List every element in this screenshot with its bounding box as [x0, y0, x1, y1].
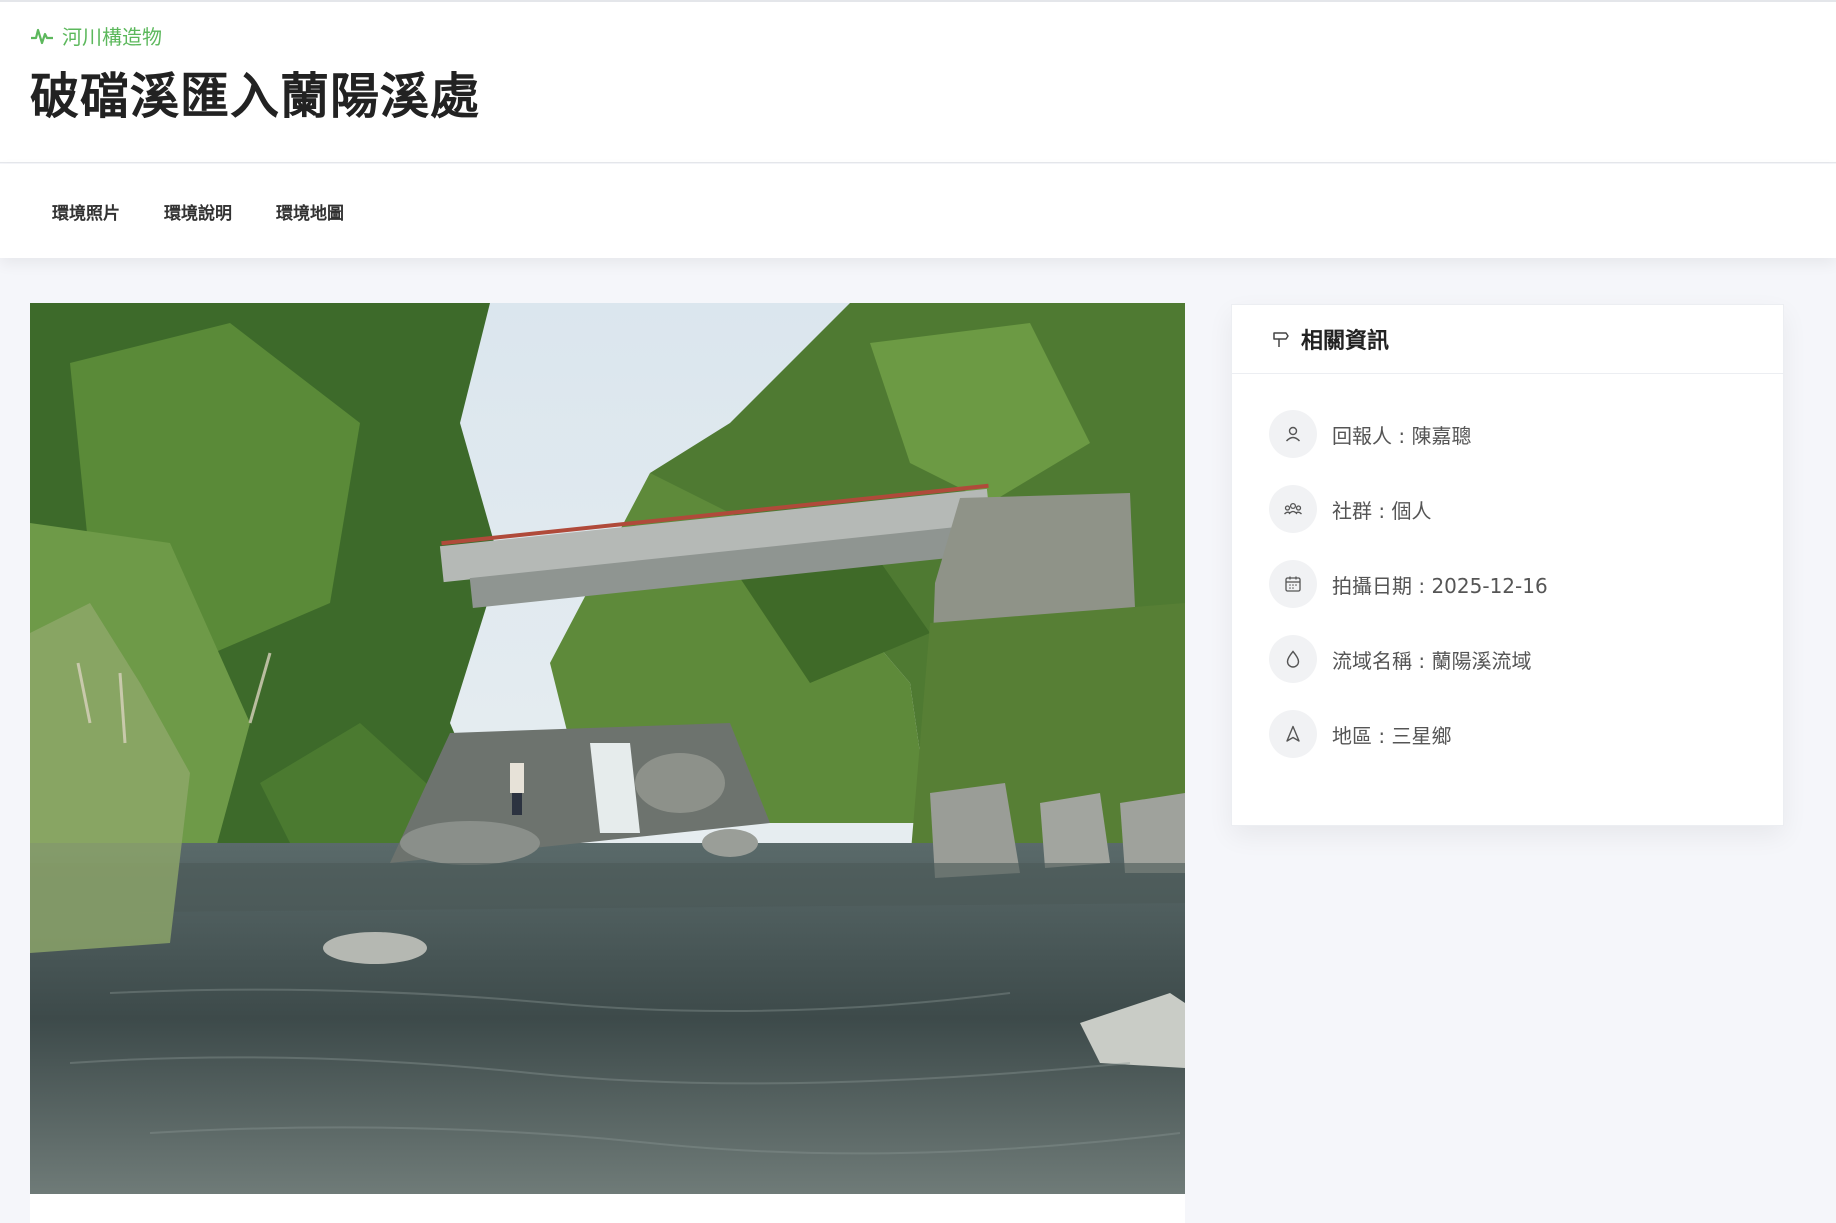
- group-icon-badge: [1269, 485, 1317, 533]
- info-text-reporter: 回報人 : 陳嘉聰: [1332, 423, 1472, 448]
- info-item-basin: 流域名稱 : 蘭陽溪流域: [1232, 635, 1783, 683]
- river-with-bridge-photo[interactable]: [30, 303, 1185, 1194]
- info-text-community: 社群 : 個人: [1332, 498, 1432, 523]
- tab-environment-map[interactable]: 環境地圖: [254, 199, 366, 224]
- page-title: 破礑溪匯入蘭陽溪處: [30, 68, 481, 125]
- page-header: 河川構造物 破礑溪匯入蘭陽溪處: [0, 0, 1836, 163]
- tab-environment-description[interactable]: 環境說明: [142, 199, 254, 224]
- info-text-photo-date: 拍攝日期 : 2025-12-16: [1332, 573, 1548, 598]
- pulse-icon: [31, 28, 53, 44]
- tab-bar: 環境照片 環境說明 環境地圖: [0, 164, 1836, 258]
- info-item-community: 社群 : 個人: [1232, 485, 1783, 533]
- category-label: 河川構造物: [62, 25, 162, 49]
- info-text-region: 地區 : 三星鄉: [1332, 723, 1452, 748]
- group-icon: [1284, 502, 1302, 515]
- related-info-header: 相關資訊: [1232, 305, 1783, 374]
- calendar-icon-badge: [1269, 560, 1317, 608]
- related-info-card: 相關資訊 回報人 : 陳嘉聰 社群: 個人 拍攝日期: 2025-12-16…: [1231, 304, 1784, 826]
- info-text-basin: 流域名稱 : 蘭陽溪流域: [1332, 648, 1532, 673]
- water-drop-icon-badge: [1269, 635, 1317, 683]
- related-info-list: 回報人 : 陳嘉聰 社群 : 個人 拍攝日期: 2025-12-16 流域名稱…: [1232, 374, 1783, 758]
- user-icon-badge: [1269, 410, 1317, 458]
- user-icon: [1285, 426, 1301, 442]
- photo-card: [30, 303, 1185, 1223]
- info-item-region: 地區 : 三星鄉: [1232, 710, 1783, 758]
- navigation-icon-badge: [1269, 710, 1317, 758]
- tab-environment-photos[interactable]: 環境照片: [30, 199, 142, 224]
- info-item-photo-date: 拍攝日期 : 2025-12-16: [1232, 560, 1783, 608]
- navigation-icon: [1286, 725, 1300, 742]
- related-info-title: 相關資訊: [1301, 329, 1390, 354]
- calendar-icon: [1285, 576, 1301, 592]
- signpost-icon: [1273, 332, 1289, 347]
- water-drop-icon: [1286, 650, 1300, 668]
- category-link[interactable]: 河川構造物: [30, 21, 162, 50]
- info-item-reporter: 回報人 : 陳嘉聰: [1232, 410, 1783, 458]
